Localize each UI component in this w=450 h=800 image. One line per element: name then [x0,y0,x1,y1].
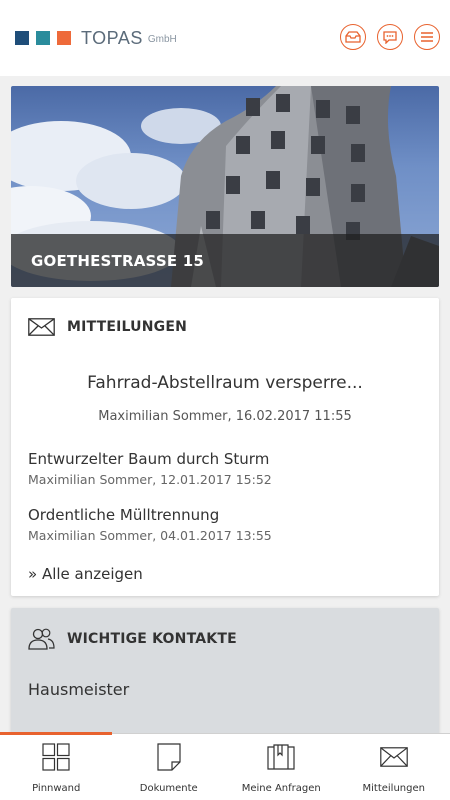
app-header: TOPAS GmbH [0,0,450,76]
requests-icon [267,743,295,771]
document-icon [155,743,183,771]
property-hero[interactable]: GOETHESTRASSE 15 [11,86,439,287]
featured-message-meta: Maximilian Sommer, 16.02.2017 11:55 [98,409,352,424]
brand-name: TOPAS [81,27,143,48]
envelope-icon [379,743,408,771]
nav-label: Mitteilungen [362,783,425,794]
brand-suffix: GmbH [147,34,177,45]
message-title: Ordentliche Mülltrennung [28,506,220,524]
messages-card-title: MITTEILUNGEN [67,319,188,335]
logo-square-orange [57,31,71,45]
show-all-link[interactable]: » Alle anzeigen [28,565,143,583]
featured-message-title[interactable]: Fahrrad-Abstellraum versperre... [11,373,439,393]
message-title: Entwurzelter Baum durch Sturm [28,450,270,468]
nav-item-meine-anfragen[interactable]: Meine Anfragen [225,734,338,800]
inbox-icon [345,31,361,43]
nav-item-pinnwand[interactable]: Pinnwand [0,734,113,800]
menu-button[interactable] [414,24,440,50]
message-item[interactable]: Ordentliche Mülltrennung Maximilian Somm… [28,506,272,543]
contacts-card-header: WICHTIGE KONTAKTE [28,628,237,650]
nav-label: Dokumente [139,783,198,794]
nav-label: Meine Anfragen [241,783,321,794]
envelope-icon [28,318,55,336]
nav-item-mitteilungen[interactable]: Mitteilungen [338,734,450,800]
property-name: GOETHESTRASSE 15 [31,251,205,270]
people-icon [28,628,55,650]
hero-caption: GOETHESTRASSE 15 [11,234,439,287]
nav-active-indicator [0,732,112,735]
menu-icon [421,32,433,42]
grid-icon [42,743,70,771]
logo-square-teal [36,31,50,45]
chat-icon [383,30,397,44]
nav-label: Pinnwand [32,783,81,794]
contacts-card-title: WICHTIGE KONTAKTE [67,631,237,647]
message-meta: Maximilian Sommer, 12.01.2017 15:52 [28,472,272,487]
nav-item-dokumente[interactable]: Dokumente [113,734,226,800]
brand-logo[interactable]: TOPAS GmbH [15,28,177,49]
contacts-card: WICHTIGE KONTAKTE Hausmeister [11,608,439,748]
message-item[interactable]: Entwurzelter Baum durch Sturm Maximilian… [28,450,272,487]
messages-card-header: MITTEILUNGEN [28,318,187,336]
logo-square-blue [15,31,29,45]
messages-card: MITTEILUNGEN Fahrrad-Abstellraum versper… [11,298,439,596]
contact-item[interactable]: Hausmeister [28,680,129,699]
inbox-button[interactable] [340,24,366,50]
message-meta: Maximilian Sommer, 04.01.2017 13:55 [28,528,272,543]
header-actions [329,24,440,50]
bottom-nav: Pinnwand Dokumente Meine Anfragen Mittei… [0,732,450,800]
chat-button[interactable] [377,24,403,50]
